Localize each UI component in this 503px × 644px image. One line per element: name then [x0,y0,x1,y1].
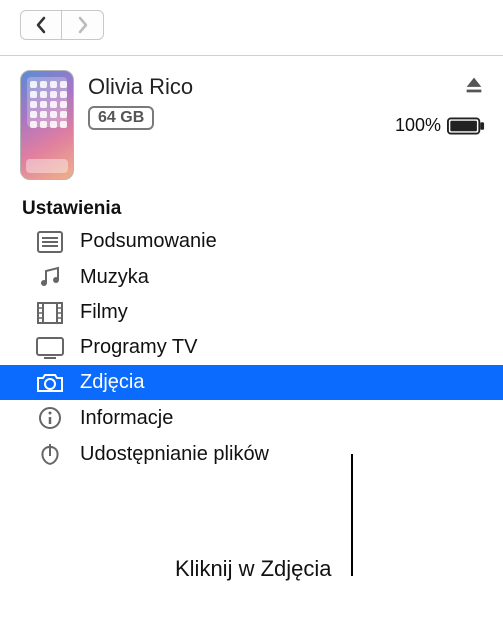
device-header: Olivia Rico 64 GB 100% [0,56,503,198]
settings-list: Podsumowanie Muzyka Filmy Programy TV Zd… [0,224,503,472]
sidebar-item-summary[interactable]: Podsumowanie [0,224,503,259]
battery-icon [447,117,485,135]
apps-icon [34,442,66,466]
sidebar-item-filesharing[interactable]: Udostępnianie plików [0,436,503,472]
eject-icon [463,74,485,96]
sidebar-item-info[interactable]: Informacje [0,400,503,436]
callout-line-vertical [351,454,353,576]
device-thumbnail [20,70,74,180]
nav-forward-button[interactable] [62,10,104,40]
list-icon [34,231,66,253]
battery-percent: 100% [395,115,441,136]
battery-status: 100% [395,115,485,136]
film-icon [34,302,66,324]
sidebar-item-label: Podsumowanie [80,230,217,253]
settings-section-title: Ustawienia [0,198,503,224]
sidebar-item-label: Filmy [80,301,128,324]
sidebar-item-label: Udostępnianie plików [80,443,269,466]
music-icon [34,265,66,289]
storage-badge: 64 GB [88,106,154,130]
info-icon [34,406,66,430]
sidebar-item-photos[interactable]: Zdjęcia [0,365,503,400]
camera-icon [34,372,66,394]
chevron-left-icon [35,16,47,34]
sidebar-item-label: Muzyka [80,266,149,289]
eject-button[interactable] [463,74,485,101]
sidebar-item-label: Programy TV [80,336,197,359]
chevron-right-icon [77,16,89,34]
sidebar-item-music[interactable]: Muzyka [0,259,503,295]
sidebar-item-tv[interactable]: Programy TV [0,330,503,365]
device-name: Olivia Rico [88,74,381,100]
nav-back-button[interactable] [20,10,62,40]
callout-text: Kliknij w Zdjęcia [175,556,332,582]
sidebar-item-label: Informacje [80,407,173,430]
nav-bar [0,0,503,55]
sidebar-item-movies[interactable]: Filmy [0,295,503,330]
sidebar-item-label: Zdjęcia [80,371,144,394]
tv-icon [34,337,66,359]
